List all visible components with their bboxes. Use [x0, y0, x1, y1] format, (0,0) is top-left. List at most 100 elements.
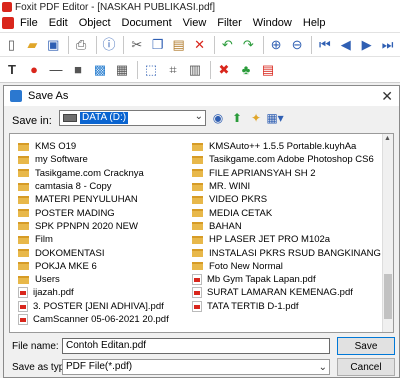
new-document-icon[interactable]: ▯: [3, 36, 20, 54]
folder-icon: [192, 209, 203, 218]
file-item-folder[interactable]: MATERI PENYULUHAN: [18, 193, 169, 206]
next-page-icon[interactable]: ▶: [358, 36, 375, 54]
first-page-icon[interactable]: ⏮: [316, 36, 333, 54]
file-item-pdf[interactable]: ijazah.pdf: [18, 286, 169, 299]
file-item-folder[interactable]: POSTER MADING: [18, 206, 169, 219]
vertical-scrollbar[interactable]: ▲: [382, 134, 393, 332]
zoom-in-icon[interactable]: ⊕: [268, 36, 285, 54]
file-name-input[interactable]: Contoh Editan.pdf: [62, 338, 330, 354]
paste-icon[interactable]: ▤: [170, 36, 187, 54]
menu-document[interactable]: Document: [122, 17, 172, 29]
folder-icon: [192, 249, 203, 258]
view-menu-icon[interactable]: ▦▾: [266, 111, 283, 125]
file-item-folder[interactable]: BAHAN: [192, 220, 381, 233]
file-item-folder[interactable]: Film: [18, 233, 169, 246]
file-item-label: Film: [35, 234, 53, 246]
file-item-folder[interactable]: SPK PPNPN 2020 NEW: [18, 220, 169, 233]
redo-icon[interactable]: ↷: [240, 36, 257, 54]
file-item-label: my Software: [35, 154, 88, 166]
scroll-up-icon[interactable]: ▲: [384, 135, 391, 142]
file-item-folder[interactable]: FILE APRIANSYAH SH 2: [192, 167, 381, 180]
file-item-folder[interactable]: INSTALASI PKRS RSUD BANGKINANG: [192, 246, 381, 259]
file-item-label: CamScanner 05-06-2021 20.pdf: [33, 314, 169, 325]
print-icon[interactable]: ⎙: [73, 36, 90, 54]
stamp-tool-icon[interactable]: ♣: [237, 61, 255, 79]
save-in-dropdown[interactable]: DATA (D:) ⌄: [59, 110, 206, 126]
new-folder-icon[interactable]: ✦: [249, 111, 263, 125]
file-item-pdf[interactable]: Mb Gym Tapak Lapan.pdf: [192, 273, 381, 286]
file-item-folder[interactable]: Tasikgame.com Cracknya: [18, 167, 169, 180]
file-item-folder[interactable]: MEDIA CETAK: [192, 206, 381, 219]
scrollbar-thumb[interactable]: [384, 274, 392, 319]
menu-help[interactable]: Help: [303, 17, 326, 29]
save-in-label: Save in:: [12, 115, 52, 127]
app-menu-icon[interactable]: [2, 17, 14, 29]
crop-tool-icon[interactable]: ⌗: [164, 61, 182, 79]
zoom-out-icon[interactable]: ⊖: [289, 36, 306, 54]
pdf-tool-icon[interactable]: ▤: [259, 61, 277, 79]
copy-icon[interactable]: ❐: [149, 36, 166, 54]
undo-icon[interactable]: ↶: [219, 36, 236, 54]
chevron-down-icon[interactable]: ⌄: [319, 361, 327, 375]
menu-edit[interactable]: Edit: [49, 17, 68, 29]
color-picker-icon[interactable]: ●: [25, 61, 43, 79]
file-item-folder[interactable]: KMSAuto++ 1.5.5 Portable.kuyhAa: [192, 140, 381, 153]
back-icon[interactable]: ◉: [211, 111, 225, 125]
save-icon[interactable]: ▣: [45, 36, 62, 54]
file-item-pdf[interactable]: CamScanner 05-06-2021 20.pdf: [18, 313, 169, 326]
toolbar-divider: [137, 60, 138, 79]
file-item-folder[interactable]: VIDEO PKRS: [192, 193, 381, 206]
folder-icon: [18, 275, 29, 284]
toolbar-divider: [123, 35, 125, 54]
file-list[interactable]: KMS O19 my Software Tasikgame.com Cracknya…: [9, 133, 394, 333]
delete-icon[interactable]: ✕: [191, 36, 208, 54]
save-as-type-dropdown[interactable]: PDF File(*.pdf) ⌄: [62, 359, 330, 375]
folder-icon: [18, 169, 29, 178]
chevron-down-icon[interactable]: ⌄: [195, 111, 203, 122]
file-item-folder[interactable]: POKJA MKE 6: [18, 260, 169, 273]
line-tool-icon[interactable]: —: [47, 61, 65, 79]
grid-tool-icon[interactable]: ▥: [186, 61, 204, 79]
file-item-folder[interactable]: HP LASER JET PRO M102a: [192, 233, 381, 246]
text-tool-icon[interactable]: T: [3, 61, 21, 79]
shape-tool-icon[interactable]: ■: [69, 61, 87, 79]
file-item-folder[interactable]: Foto New Normal: [192, 260, 381, 273]
last-page-icon[interactable]: ⏭: [379, 36, 396, 54]
folder-icon: [192, 142, 203, 151]
cut-icon[interactable]: ✂: [128, 36, 145, 54]
cancel-button[interactable]: Cancel: [337, 358, 395, 376]
file-item-pdf[interactable]: 3. POSTER [JENI ADHIVA].pdf: [18, 300, 169, 313]
toolbar-divider: [262, 35, 264, 54]
folder-icon: [18, 195, 29, 204]
menu-filter[interactable]: Filter: [217, 17, 241, 29]
dialog-title: Save As: [28, 90, 69, 102]
menu-view[interactable]: View: [183, 17, 207, 29]
file-item-folder[interactable]: camtasia 8 - Copy: [18, 180, 169, 193]
remove-tool-icon[interactable]: ✖: [215, 61, 233, 79]
file-item-pdf[interactable]: SURAT LAMARAN KEMENAG.pdf: [192, 286, 381, 299]
file-item-label: BAHAN: [209, 220, 242, 232]
close-icon[interactable]: ✕: [381, 88, 393, 105]
info-icon[interactable]: ⓘ: [101, 36, 118, 54]
file-item-label: MR. WINI: [209, 181, 251, 193]
open-folder-icon[interactable]: ▰: [24, 36, 41, 54]
select-tool-icon[interactable]: ⬚: [142, 61, 160, 79]
layer-tool-icon[interactable]: ▦: [113, 61, 131, 79]
dialog-icon: [10, 90, 22, 102]
file-item-pdf[interactable]: TATA TERTIB D-1.pdf: [192, 300, 381, 313]
file-item-folder[interactable]: my Software: [18, 153, 169, 166]
save-button[interactable]: Save: [337, 337, 395, 355]
file-item-folder[interactable]: Tasikgame.com Adobe Photoshop CS6: [192, 153, 381, 166]
up-folder-icon[interactable]: ⬆: [230, 111, 244, 125]
file-item-folder[interactable]: Users: [18, 273, 169, 286]
file-item-folder[interactable]: MR. WINI: [192, 180, 381, 193]
file-item-folder[interactable]: KMS O19: [18, 140, 169, 153]
menu-window[interactable]: Window: [253, 17, 292, 29]
menu-object[interactable]: Object: [79, 17, 111, 29]
image-tool-icon[interactable]: ▩: [91, 61, 109, 79]
menu-file[interactable]: File: [20, 17, 38, 29]
pdf-file-icon: [18, 287, 28, 299]
previous-page-icon[interactable]: ◀: [337, 36, 354, 54]
file-item-folder[interactable]: DOKOMENTASI: [18, 246, 169, 259]
file-item-label: INSTALASI PKRS RSUD BANGKINANG: [209, 247, 381, 259]
